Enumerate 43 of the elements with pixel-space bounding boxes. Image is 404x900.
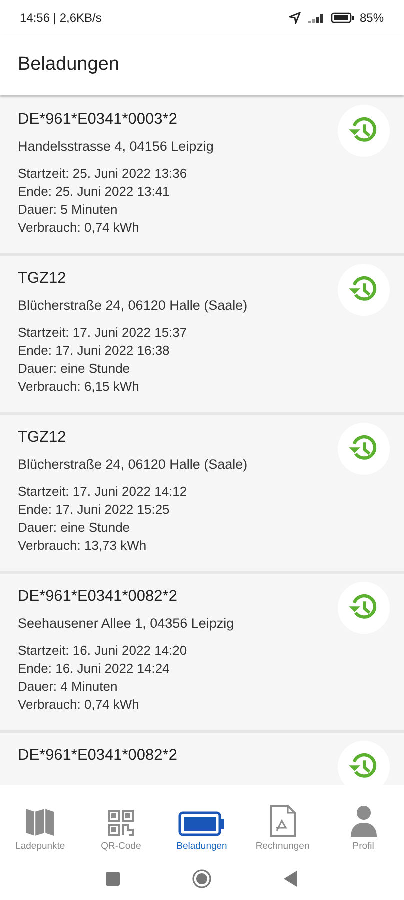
charge-detail: Startzeit: 25. Juni 2022 13:36 [18,165,188,183]
station-address: Seehausener Allee 1, 04356 Leipzig [18,615,236,633]
station-id: DE*961*E0341*0003*2 [18,110,178,130]
qr-code-icon [106,808,136,838]
charge-detail: Dauer: eine Stunde [18,519,132,537]
charge-detail: Dauer: eine Stunde [18,360,132,378]
charge-detail: Ende: 25. Juni 2022 13:41 [18,183,171,201]
status-time: 14:56 | 2,6KB/s [20,10,102,24]
recents-button[interactable] [106,872,120,886]
station-id: TGZ12 [18,269,68,289]
nav-tab[interactable]: Profil [323,785,404,858]
signal-icon [306,12,326,24]
station-address: Blücherstraße 24, 06120 Halle (Saale) [18,456,249,474]
charge-detail: Verbrauch: 0,74 kWh [18,219,140,237]
battery-icon [178,810,226,838]
station-id: TGZ12 [18,428,68,448]
charge-detail: Startzeit: 17. Juni 2022 14:12 [18,483,188,501]
charge-detail: Startzeit: 16. Juni 2022 14:20 [18,642,188,660]
charge-detail: Ende: 17. Juni 2022 16:38 [18,342,171,360]
nav-tab[interactable]: Ladepunkte [0,785,81,858]
charge-detail: Startzeit: 17. Juni 2022 15:37 [18,324,188,342]
nav-tab[interactable]: QR-Code [80,785,162,858]
charge-detail: Dauer: 5 Minuten [18,201,119,219]
charge-detail: Ende: 17. Juni 2022 15:25 [18,501,171,519]
charge-detail: Ende: 16. Juni 2022 14:24 [18,660,171,678]
nav-tab[interactable]: Beladungen [162,785,242,858]
station-id: DE*961*E0341*0082*2 [18,587,178,607]
charge-detail: Verbrauch: 13,73 kWh [18,537,148,555]
pdf-file-icon [268,804,298,838]
page-title: Beladungen [18,54,120,76]
charge-detail: Dauer: 4 Minuten [18,678,119,696]
home-button[interactable] [192,869,212,889]
person-icon [348,804,379,838]
station-id: DE*961*E0341*0082*2 [18,746,178,766]
station-address: Handelsstrasse 4, 04156 Leipzig [18,138,215,156]
charge-detail: Verbrauch: 0,74 kWh [18,696,140,714]
station-address: Blücherstraße 24, 06120 Halle (Saale) [18,297,249,315]
nav-tab[interactable]: Rechnungen [242,785,324,858]
charge-detail: Verbrauch: 6,15 kWh [18,378,140,396]
battery-icon [330,12,355,24]
back-button[interactable] [284,871,298,887]
battery-percent: 85% [360,10,384,24]
location-icon [288,12,301,24]
